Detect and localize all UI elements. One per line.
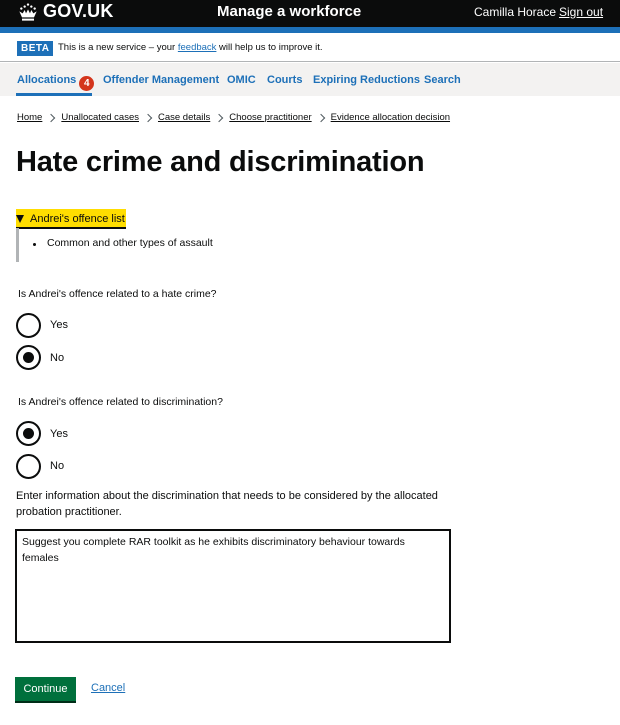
govuk-header: GOV.UK Manage a workforce Camilla Horace…: [0, 0, 620, 27]
hate-crime-yes-label[interactable]: Yes: [50, 319, 68, 331]
breadcrumb-choose-practitioner[interactable]: Choose practitioner: [229, 112, 311, 123]
nav-item-offender-management[interactable]: Offender Management: [103, 74, 219, 86]
offence-item-text: Common and other types of assault: [47, 237, 213, 249]
hate-crime-question: Is Andrei's offence related to a hate cr…: [18, 288, 217, 300]
logo-text: GOV.UK: [43, 1, 114, 21]
discrimination-question: Is Andrei's offence related to discrimin…: [18, 396, 223, 408]
nav-item-allocations[interactable]: Allocations 4: [17, 74, 95, 91]
list-item: Common and other types of assault: [33, 237, 213, 249]
chevron-right-icon: [215, 113, 224, 122]
phase-text-before: This is a new service – your: [58, 42, 178, 53]
nav-active-indicator: [16, 93, 92, 96]
service-name-link[interactable]: Manage a workforce: [217, 3, 361, 20]
chevron-right-icon: [316, 113, 325, 122]
discrimination-yes-label[interactable]: Yes: [50, 428, 68, 440]
sign-out-link[interactable]: Sign out: [559, 5, 603, 19]
chevron-right-icon: [143, 113, 153, 122]
hate-crime-no-label[interactable]: No: [50, 352, 64, 364]
nav-label-allocations: Allocations: [17, 74, 77, 86]
offence-list-summary: Andrei's offence list: [30, 212, 125, 225]
cancel-link[interactable]: Cancel: [91, 682, 125, 694]
discrimination-no-label[interactable]: No: [50, 460, 64, 472]
breadcrumb-case-details[interactable]: Case details: [158, 112, 210, 123]
crown-icon: [19, 2, 37, 21]
feedback-link[interactable]: feedback: [178, 42, 217, 53]
phase-text-after: will help us to improve it.: [216, 42, 323, 53]
primary-navigation: Allocations 4 Offender Management OMIC Co…: [0, 63, 620, 96]
user-name: Camilla Horace: [474, 5, 557, 19]
phase-banner-text: This is a new service – your feedback wi…: [58, 42, 323, 53]
chevron-right-icon: [47, 113, 56, 122]
beta-tag: BETA: [17, 41, 54, 56]
nav-item-omic[interactable]: OMIC: [227, 74, 256, 86]
govuk-logo-link[interactable]: GOV.UK: [17, 1, 114, 22]
breadcrumb-home[interactable]: Home: [17, 112, 42, 123]
breadcrumb-evidence-allocation-decision[interactable]: Evidence allocation decision: [331, 112, 450, 123]
discrimination-info-label: Enter information about the discriminati…: [16, 490, 438, 518]
offence-list-toggle[interactable]: Andrei's offence list: [16, 209, 126, 227]
discrimination-info-textarea[interactable]: Suggest you complete RAR toolkit as he e…: [15, 529, 451, 643]
nav-item-expiring-reductions[interactable]: Expiring Reductions: [313, 74, 420, 86]
allocations-count-badge: 4: [79, 76, 95, 91]
discrimination-no-radio[interactable]: [16, 454, 41, 479]
page-title: Hate crime and discrimination: [16, 146, 425, 178]
breadcrumb-unallocated-cases[interactable]: Unallocated cases: [61, 112, 139, 123]
discrimination-yes-radio[interactable]: [16, 421, 41, 446]
nav-item-search[interactable]: Search: [424, 74, 461, 86]
hate-crime-yes-radio[interactable]: [16, 313, 41, 338]
hate-crime-no-radio[interactable]: [16, 345, 41, 370]
phase-banner: BETA This is a new service – your feedba…: [0, 33, 620, 62]
triangle-down-icon: [16, 214, 24, 223]
breadcrumb: Home Unallocated cases Case details Choo…: [17, 112, 450, 123]
continue-button[interactable]: Continue: [15, 677, 76, 701]
nav-item-courts[interactable]: Courts: [267, 74, 302, 86]
offence-list-panel: Common and other types of assault: [16, 228, 316, 262]
